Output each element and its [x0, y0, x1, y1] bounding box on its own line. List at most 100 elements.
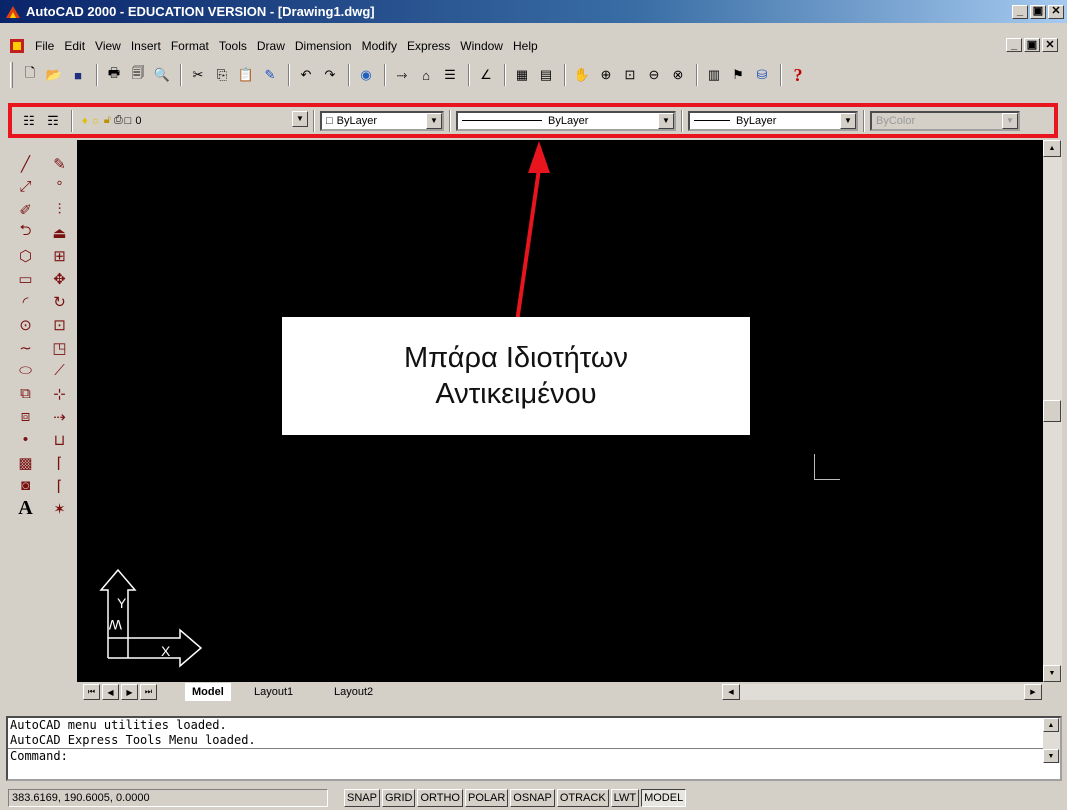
ortho-toggle[interactable]: ORTHO [417, 789, 463, 807]
adcenter-icon[interactable]: ▤ [535, 64, 557, 86]
menu-edit[interactable]: Edit [59, 39, 90, 53]
tab-layout1[interactable]: Layout1 [247, 683, 300, 701]
extend-icon[interactable]: ⇢ [44, 405, 75, 428]
lengthen-icon[interactable]: ⟋ [44, 359, 75, 382]
polygon-icon[interactable]: ⮌ [8, 221, 43, 244]
restore-button[interactable]: ▣ [1030, 4, 1046, 19]
database-icon[interactable]: ⛁ [751, 64, 773, 86]
undo-icon[interactable]: ↶ [295, 64, 317, 86]
command-prompt[interactable]: Command: [8, 748, 1060, 764]
scroll-thumb[interactable] [1043, 400, 1061, 422]
polar-toggle[interactable]: POLAR [465, 789, 509, 807]
minimize-button[interactable]: _ [1012, 4, 1028, 19]
polyline-icon[interactable]: ✐ [8, 198, 43, 221]
move-icon[interactable]: ✥ [44, 267, 75, 290]
rectangle-icon[interactable]: ⬡ [8, 244, 43, 267]
zoom-realtime-icon[interactable]: ⊕ [595, 64, 617, 86]
chevron-down-icon[interactable]: ▼ [426, 112, 442, 129]
scroll-down-icon[interactable]: ▼ [1043, 665, 1061, 682]
menu-format[interactable]: Format [166, 39, 214, 53]
menu-file[interactable]: File [30, 39, 59, 53]
zoom-window-icon[interactable]: ⊡ [619, 64, 641, 86]
construction-line-icon[interactable]: ⤢ [8, 175, 43, 198]
save-icon[interactable]: ■ [67, 64, 89, 86]
horizontal-scrollbar[interactable]: ◀ ▶ [722, 684, 1042, 700]
match-properties-icon[interactable]: ✎ [259, 64, 281, 86]
color-control-dropdown[interactable]: □ ByLayer ▼ [320, 110, 444, 131]
pan-icon[interactable]: ✋ [571, 64, 593, 86]
block-icon[interactable]: ⌂ [415, 64, 437, 86]
design-center-icon[interactable]: ▦ [511, 64, 533, 86]
chevron-down-icon[interactable]: ▼ [658, 112, 674, 129]
web-icon[interactable]: ◉ [355, 64, 377, 86]
toolbar-grip[interactable] [10, 62, 13, 88]
paste-icon[interactable]: 📋 [235, 64, 257, 86]
stretch-icon[interactable]: ◳ [44, 336, 75, 359]
break-icon[interactable]: ⊔ [44, 428, 75, 451]
next-tab-icon[interactable]: ▶ [121, 684, 138, 700]
osnap-toggle[interactable]: OSNAP [510, 789, 555, 807]
tab-layout2[interactable]: Layout2 [327, 683, 380, 701]
first-tab-icon[interactable]: ⏮ [83, 684, 100, 700]
menu-draw[interactable]: Draw [252, 39, 290, 53]
prev-tab-icon[interactable]: ◀ [102, 684, 119, 700]
grid-toggle[interactable]: GRID [381, 789, 416, 807]
make-object-layer-current-icon[interactable]: ☷ [18, 110, 40, 132]
layers-icon[interactable]: ☶ [42, 110, 64, 132]
scroll-down-icon[interactable]: ▼ [1043, 749, 1059, 763]
spline-icon[interactable]: ⊙ [8, 313, 43, 336]
vertical-scrollbar[interactable]: ▲ ▼ [1043, 140, 1062, 682]
arc-icon[interactable]: ▭ [8, 267, 43, 290]
properties-icon[interactable]: ☰ [439, 64, 461, 86]
layer-control-dropdown[interactable]: ♦ ☼ 🔓︎ ⎙ □ 0 ▼ [78, 110, 308, 131]
print-icon[interactable]: 🖶 [103, 64, 125, 86]
chamfer-icon[interactable]: ⌈ [44, 451, 75, 474]
menu-express[interactable]: Express [402, 39, 455, 53]
coordinate-display[interactable]: 383.6169, 190.6005, 0.0000 [8, 789, 328, 807]
erase-icon[interactable]: ✎ [44, 152, 75, 175]
array-icon[interactable]: ⊞ [44, 244, 75, 267]
scroll-up-icon[interactable]: ▲ [1043, 718, 1059, 732]
doc-close-button[interactable]: ✕ [1042, 38, 1058, 52]
mirror-icon[interactable]: ⫶ [44, 198, 75, 221]
redo-icon[interactable]: ↷ [319, 64, 341, 86]
menu-insert[interactable]: Insert [126, 39, 166, 53]
open-icon[interactable]: 📂 [43, 64, 65, 86]
fillet-icon[interactable]: ⌈ [44, 474, 75, 497]
help-icon[interactable]: ? [787, 64, 809, 86]
point-icon[interactable]: ⧈ [8, 405, 43, 428]
cut-icon[interactable]: ✂ [187, 64, 209, 86]
last-tab-icon[interactable]: ⏭ [140, 684, 157, 700]
menu-window[interactable]: Window [455, 39, 508, 53]
offset-icon[interactable]: ⏏ [44, 221, 75, 244]
doc-restore-button[interactable]: ▣ [1024, 38, 1040, 52]
scroll-up-icon[interactable]: ▲ [1043, 140, 1061, 157]
find-icon[interactable]: 🔍 [151, 64, 173, 86]
hatch-icon[interactable]: • [8, 428, 43, 451]
scale-icon[interactable]: ⊡ [44, 313, 75, 336]
lwt-toggle[interactable]: LWT [610, 789, 640, 807]
scroll-left-icon[interactable]: ◀ [722, 684, 740, 700]
command-scrollbar[interactable]: ▲ ▼ [1043, 718, 1060, 763]
mtext-icon[interactable]: ◙ [8, 474, 43, 497]
named-views-icon[interactable]: ▥ [703, 64, 725, 86]
command-window[interactable]: AutoCAD menu utilities loaded. AutoCAD E… [6, 716, 1062, 781]
line-icon[interactable]: ╱ [8, 152, 43, 175]
region-icon[interactable]: ▩ [8, 451, 43, 474]
linetype-control-dropdown[interactable]: ByLayer ▼ [456, 110, 676, 131]
new-icon[interactable]: 🗋 [19, 64, 41, 86]
lineweight-control-dropdown[interactable]: ByLayer ▼ [688, 110, 858, 131]
menu-modify[interactable]: Modify [357, 39, 402, 53]
chevron-down-icon[interactable]: ▼ [840, 112, 856, 129]
aerial-view-icon[interactable]: ⊗ [667, 64, 689, 86]
tab-model[interactable]: Model [185, 683, 231, 701]
menu-view[interactable]: View [90, 39, 126, 53]
document-icon[interactable] [9, 38, 25, 54]
doc-minimize-button[interactable]: _ [1006, 38, 1022, 52]
menu-dimension[interactable]: Dimension [290, 39, 357, 53]
rotate-icon[interactable]: ↻ [44, 290, 75, 313]
otrack-toggle[interactable]: OTRACK [556, 789, 609, 807]
make-block-icon[interactable]: ⧉ [8, 382, 43, 405]
text-icon[interactable]: A [8, 497, 43, 520]
print-preview-icon[interactable]: 🗐 [127, 64, 149, 86]
